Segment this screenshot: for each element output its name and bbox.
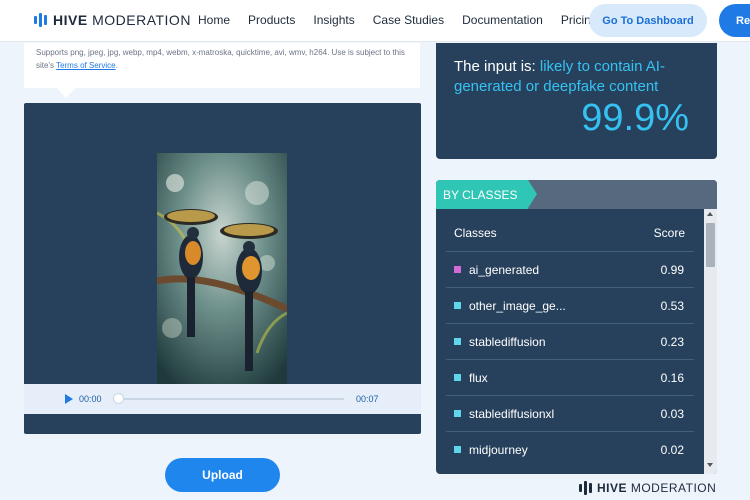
class-color-swatch: [454, 446, 461, 453]
supported-formats-note: Supports png, jpeg, jpg, webp, mp4, webm…: [24, 43, 420, 88]
table-row: other_image_ge... 0.53: [446, 287, 694, 323]
class-name: stablediffusionxl: [469, 407, 555, 421]
result-panel: The input is: likely to contain AI-gener…: [436, 43, 717, 159]
class-name: ai_generated: [469, 263, 540, 277]
class-name: stablediffusion: [469, 335, 546, 349]
class-name: other_image_ge...: [469, 299, 566, 313]
hive-logo[interactable]: HIVE MODERATION: [34, 12, 191, 28]
result-prefix: The input is:: [454, 58, 540, 75]
nav-documentation[interactable]: Documentation: [462, 13, 543, 27]
seek-bar[interactable]: [118, 398, 344, 400]
class-score: 0.03: [660, 407, 684, 421]
class-score: 0.02: [660, 443, 684, 457]
class-color-swatch: [454, 338, 461, 345]
table-row: midjourney 0.02: [446, 431, 694, 467]
request-button[interactable]: Re: [719, 4, 750, 37]
duration: 00:07: [356, 394, 379, 404]
current-time: 00:00: [79, 394, 102, 404]
video-player-controls: 00:00 00:07: [24, 384, 421, 414]
nav-products[interactable]: Products: [248, 13, 295, 27]
class-score: 0.23: [660, 335, 684, 349]
result-score: 99.9%: [581, 97, 689, 139]
column-score: Score: [653, 226, 685, 240]
scroll-thumb[interactable]: [706, 223, 715, 267]
class-color-swatch: [454, 410, 461, 417]
class-score: 0.99: [660, 263, 684, 277]
classes-panel: BY CLASSES Classes Score ai_generated 0.…: [436, 180, 717, 474]
table-row: stablediffusionxl 0.03: [446, 395, 694, 431]
scroll-down-icon[interactable]: [707, 463, 713, 467]
footer-brand-light: MODERATION: [627, 481, 717, 495]
scroll-up-icon[interactable]: [707, 212, 713, 216]
column-classes: Classes: [454, 226, 497, 240]
footer-hive-logo: HIVE MODERATION: [579, 481, 716, 495]
nav-case-studies[interactable]: Case Studies: [373, 13, 444, 27]
class-color-swatch: [454, 374, 461, 381]
hive-logo-icon: [34, 13, 47, 27]
nav-home[interactable]: Home: [198, 13, 230, 27]
class-score: 0.53: [660, 299, 684, 313]
play-icon[interactable]: [65, 394, 73, 404]
brand-light: MODERATION: [87, 12, 191, 28]
table-row: flux 0.16: [446, 359, 694, 395]
top-header: HIVE MODERATION Home Products Insights C…: [0, 0, 750, 42]
tab-arrow: [528, 180, 537, 208]
classes-scrollbar[interactable]: [704, 209, 717, 474]
media-preview-panel: 00:00 00:07: [24, 103, 421, 434]
upload-button[interactable]: Upload: [165, 458, 280, 492]
class-score: 0.16: [660, 371, 684, 385]
tooltip-pointer: [57, 88, 75, 98]
table-row: ai_generated 0.99: [446, 251, 694, 287]
brand-bold: HIVE: [53, 12, 88, 28]
supports-tail: .: [115, 61, 118, 70]
class-color-swatch: [454, 266, 461, 273]
nav-insights[interactable]: Insights: [313, 13, 354, 27]
hive-logo-icon: [579, 481, 592, 495]
footer-brand-bold: HIVE: [597, 481, 628, 495]
go-to-dashboard-button[interactable]: Go To Dashboard: [589, 4, 707, 37]
table-row: stablediffusion 0.23: [446, 323, 694, 359]
tab-by-classes[interactable]: BY CLASSES: [436, 180, 528, 209]
class-name: flux: [469, 371, 488, 385]
result-verdict: The input is: likely to contain AI-gener…: [454, 57, 694, 97]
class-name: midjourney: [469, 443, 528, 457]
class-color-swatch: [454, 302, 461, 309]
seek-knob[interactable]: [113, 393, 124, 404]
main-nav: Home Products Insights Case Studies Docu…: [198, 13, 616, 27]
video-preview-image: [157, 153, 287, 384]
terms-of-service-link[interactable]: Terms of Service: [56, 61, 116, 70]
